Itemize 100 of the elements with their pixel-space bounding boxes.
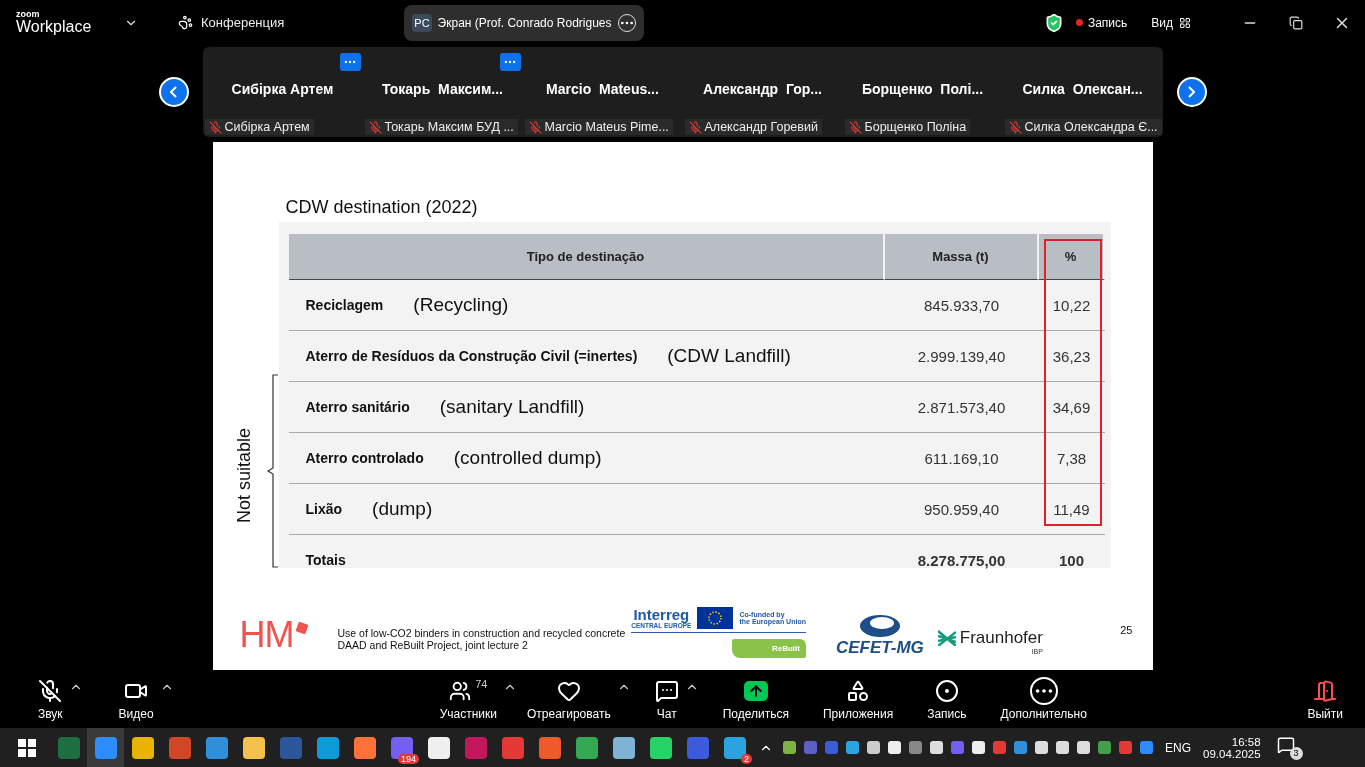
leave-icon bbox=[1313, 678, 1338, 703]
tray-icon[interactable] bbox=[909, 741, 922, 754]
apps-icon bbox=[846, 678, 871, 703]
translation-text: (dump) bbox=[372, 498, 433, 521]
logo-text: Interreg bbox=[633, 606, 690, 622]
table-cell: 2.871.573,40 bbox=[917, 398, 1006, 416]
tray-icon[interactable] bbox=[1056, 741, 1069, 754]
record-button[interactable]: Запись bbox=[917, 677, 977, 721]
paw-icon[interactable] bbox=[178, 15, 193, 31]
tray-icon[interactable] bbox=[867, 741, 880, 754]
grid-icon[interactable] bbox=[1179, 16, 1191, 29]
tray-icon[interactable] bbox=[993, 741, 1006, 754]
video-button[interactable]: Видео bbox=[108, 677, 174, 721]
logo-text: CEFET-MG bbox=[835, 638, 924, 659]
table-cell: 7,38 bbox=[1056, 449, 1087, 467]
participants-button[interactable]: 74 Участники bbox=[429, 677, 517, 721]
table-cell: Reciclagem bbox=[305, 297, 384, 314]
table-cell: 950.959,40 bbox=[923, 500, 1000, 518]
brand-label: zoom bbox=[16, 10, 41, 20]
leave-button[interactable]: Выйти bbox=[1297, 677, 1353, 721]
previous-button[interactable] bbox=[158, 77, 189, 108]
tray-icon[interactable] bbox=[1140, 741, 1153, 754]
participant-name: Александр Гор... bbox=[702, 81, 823, 98]
chevron-right-icon bbox=[1188, 86, 1195, 99]
badge: 3 bbox=[1289, 746, 1303, 760]
tray-icon[interactable] bbox=[888, 741, 901, 754]
share-tab[interactable]: PC Экран (Prof. Conrado Rodrigues bbox=[404, 4, 644, 41]
table-cell: 611.169,10 bbox=[924, 449, 999, 467]
participant-label-text: Силка Олександра Є... bbox=[1024, 120, 1158, 135]
share-button[interactable]: Поделиться bbox=[712, 677, 799, 721]
more-button[interactable] bbox=[499, 53, 521, 72]
notification-button[interactable]: 3 bbox=[1276, 735, 1303, 760]
stripes-icon bbox=[937, 629, 956, 646]
table-cell: Lixão bbox=[305, 501, 343, 518]
initials-avatar: PC bbox=[412, 13, 432, 32]
tray-icon[interactable] bbox=[1077, 741, 1090, 754]
more-button[interactable]: Дополнительно bbox=[990, 677, 1097, 721]
tray-icon[interactable] bbox=[1035, 741, 1048, 754]
badge: 194 bbox=[397, 754, 419, 764]
logo-text: Fraunhofer bbox=[959, 627, 1043, 648]
tray-icon[interactable] bbox=[930, 741, 943, 754]
tray-icon[interactable] bbox=[951, 741, 964, 754]
translation-text: (sanitary Landfill) bbox=[439, 396, 585, 419]
tray-icon[interactable] bbox=[1098, 741, 1111, 754]
tray-icon[interactable] bbox=[1119, 741, 1132, 754]
table-cell: 845.933,70 bbox=[923, 296, 1000, 314]
app-icon[interactable] bbox=[427, 736, 450, 759]
footer-text: DAAD and ReBuilt Project, joint lecture 2 bbox=[337, 639, 529, 652]
table-cell: 34,69 bbox=[1052, 398, 1091, 416]
app-title: Workplace bbox=[16, 19, 93, 36]
badge: 2 bbox=[741, 754, 752, 764]
tray-icon[interactable] bbox=[972, 741, 985, 754]
table-cell: 2.999.139,40 bbox=[917, 347, 1006, 365]
windows-start-icon[interactable] bbox=[18, 738, 36, 757]
mic-button[interactable]: Звук bbox=[28, 677, 83, 721]
app-icon[interactable] bbox=[131, 736, 154, 759]
translation-text: (Recycling) bbox=[413, 294, 509, 317]
clock[interactable]: 16:58 09.04.2025 bbox=[1203, 735, 1261, 760]
app-icon[interactable] bbox=[612, 736, 635, 759]
recording-indicator[interactable]: Запись bbox=[1087, 15, 1128, 30]
view-menu[interactable]: Вид bbox=[1151, 15, 1173, 30]
logo-badge: ReBuilt bbox=[731, 638, 806, 658]
chevron-left-icon bbox=[170, 86, 177, 99]
app-icon[interactable] bbox=[649, 736, 672, 759]
app-icon[interactable] bbox=[353, 736, 376, 759]
participant-label-text: Сибірка Артем bbox=[224, 120, 310, 135]
next-button[interactable] bbox=[1176, 77, 1207, 108]
participant-label-text: Александр Горевий bbox=[704, 120, 818, 135]
swirl-icon bbox=[857, 612, 902, 639]
participant-name: Токарь Максим... bbox=[381, 81, 504, 98]
share-icon bbox=[743, 680, 768, 701]
table-cell: 100 bbox=[1059, 551, 1084, 569]
participant-label-text: Борщенко Поліна bbox=[864, 120, 967, 135]
chat-icon bbox=[654, 678, 679, 703]
table-cell: 36,23 bbox=[1052, 347, 1091, 365]
participant-name: Marcio Mateus... bbox=[545, 81, 660, 98]
app-icon[interactable] bbox=[242, 736, 265, 759]
participant-name: Сибірка Артем bbox=[230, 81, 335, 98]
chat-button[interactable]: Чат bbox=[644, 677, 699, 721]
table-cell: 8.278.775,00 bbox=[917, 551, 1006, 569]
table-cell: Aterro de Resíduos da Construção Civil (=inertes) bbox=[305, 348, 638, 365]
app-icon[interactable] bbox=[723, 736, 746, 759]
logo-text: HM bbox=[239, 614, 294, 657]
table-cell: 11,49 bbox=[1053, 500, 1090, 518]
apps-button[interactable]: Приложения bbox=[812, 677, 904, 721]
table-cell: Aterro controlado bbox=[305, 450, 424, 467]
tray-icon[interactable] bbox=[1014, 741, 1027, 754]
flag-icon bbox=[697, 606, 734, 629]
participant-name: Силка Олексан... bbox=[1021, 81, 1144, 98]
table-cell: 10,22 bbox=[1052, 296, 1091, 314]
react-button[interactable]: Отреагировать bbox=[517, 677, 631, 721]
side-label: Not suitable bbox=[233, 428, 255, 524]
tray-icon[interactable] bbox=[846, 741, 859, 754]
meeting-menu[interactable]: Конференция bbox=[201, 15, 285, 31]
participant-name: Борщенко Полі... bbox=[860, 81, 985, 98]
more-icon bbox=[1029, 676, 1058, 705]
more-button[interactable] bbox=[339, 53, 361, 72]
translation-text: (controlled dump) bbox=[453, 447, 602, 470]
language-indicator[interactable]: ENG bbox=[1165, 740, 1191, 755]
tray-icon[interactable] bbox=[783, 741, 796, 754]
